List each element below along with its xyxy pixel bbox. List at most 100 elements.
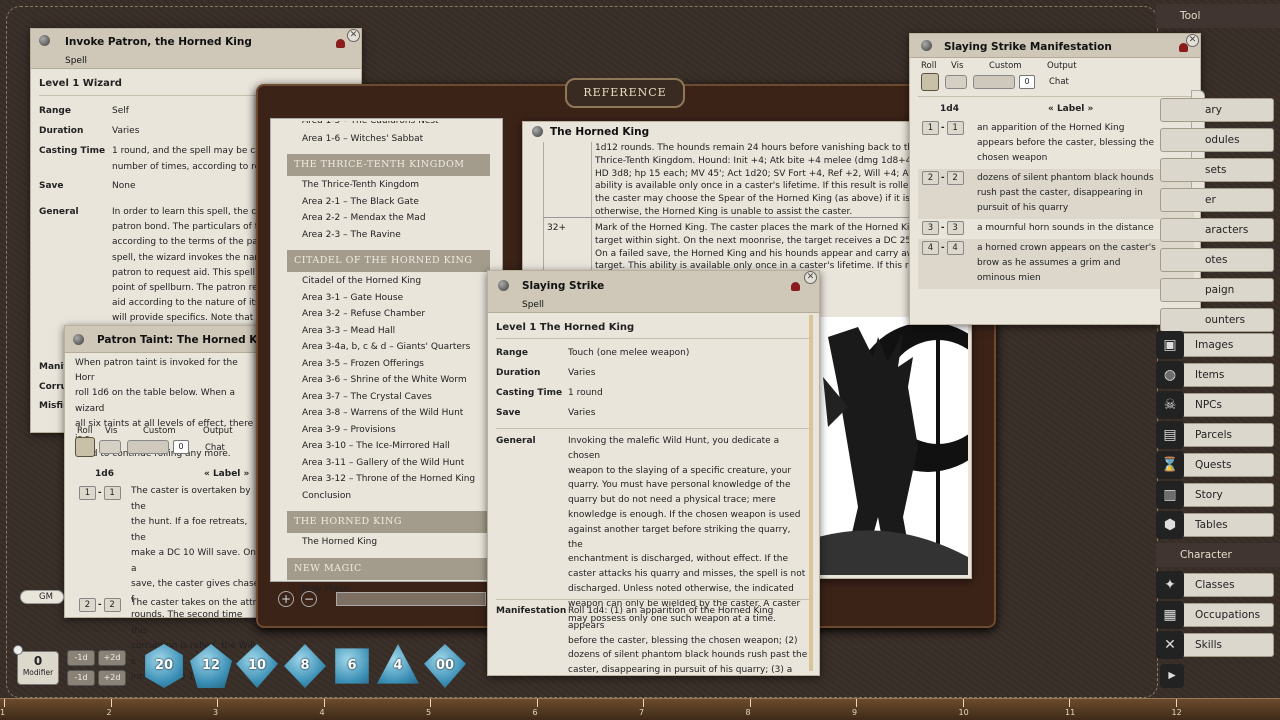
toc-section-header[interactable]: NEW MAGIC bbox=[287, 557, 490, 580]
d6-die-icon[interactable]: 6 bbox=[335, 648, 369, 684]
toc-item[interactable]: Area 3-8 – Warrens of the Wild Hunt bbox=[302, 408, 463, 418]
toc-item[interactable]: Area 3-4a, b, c & d – Giants' Quarters bbox=[302, 342, 470, 352]
classes-icon: ✦ bbox=[1156, 571, 1184, 599]
sidebar-item-skills[interactable]: ✕ Skills bbox=[1156, 631, 1274, 659]
sidebar-item-partial[interactable]: otes bbox=[1160, 248, 1274, 272]
toc-section-header[interactable]: THE THRICE-TENTH KINGDOM bbox=[287, 154, 490, 176]
sidebar-item-partial[interactable]: paign bbox=[1160, 278, 1274, 302]
sidebar-item-classes[interactable]: ✦ Classes bbox=[1156, 571, 1274, 599]
hotkey-bar[interactable]: 1 2 3 4 5 6 7 8 9 10 11 12 bbox=[0, 698, 1280, 720]
character-header[interactable]: Character bbox=[1156, 543, 1280, 567]
output-value[interactable]: Chat bbox=[205, 443, 225, 453]
visibility-eye-icon[interactable] bbox=[945, 75, 967, 89]
hotkey-number[interactable]: 10 bbox=[959, 708, 969, 717]
toc-item[interactable]: Area 1-6 – Witches' Sabbat bbox=[302, 134, 423, 144]
toc-item[interactable]: Area 1-5 – The Cauldrons Nest bbox=[302, 121, 439, 126]
modifier-step-button[interactable]: -1d bbox=[67, 650, 95, 666]
custom-dice-field[interactable] bbox=[973, 75, 1015, 89]
zoom-out-icon[interactable]: − bbox=[301, 591, 317, 607]
toc-item[interactable]: The Horned King bbox=[302, 537, 377, 547]
hotkey-number[interactable]: 1 bbox=[0, 708, 5, 717]
hotkey-number[interactable]: 9 bbox=[852, 708, 857, 717]
sidebar-item-partial[interactable]: er bbox=[1160, 188, 1274, 212]
custom-dice-field[interactable] bbox=[127, 440, 169, 454]
hotkey-number[interactable]: 8 bbox=[746, 708, 751, 717]
sidebar-item-partial[interactable]: aracters bbox=[1160, 218, 1274, 242]
toc-item[interactable]: Area 3-1 – Gate House bbox=[302, 293, 403, 303]
reference-toc[interactable]: Area 1-5 – The Cauldrons Nest Area 1-6 – … bbox=[270, 118, 503, 594]
patron-taint-window[interactable]: Patron Taint: The Horned King When patro… bbox=[64, 325, 276, 682]
toc-item[interactable]: Area 2-3 – The Ravine bbox=[302, 230, 401, 240]
sidebar-item-occupations[interactable]: ▦ Occupations bbox=[1156, 601, 1274, 629]
close-icon[interactable]: ✕ bbox=[804, 271, 817, 284]
count-field[interactable]: 0 bbox=[1019, 75, 1035, 89]
sidebar-item-story[interactable]: ▥ Story bbox=[1156, 481, 1274, 509]
window-title: Slaying Strike bbox=[522, 280, 605, 292]
toc-item[interactable]: Area 3-9 – Provisions bbox=[302, 425, 396, 435]
toc-item[interactable]: The Thrice-Tenth Kingdom bbox=[302, 180, 419, 190]
toc-section-header[interactable]: THE HORNED KING bbox=[287, 511, 490, 533]
sidebar-item-quests[interactable]: ⌛ Quests bbox=[1156, 451, 1274, 479]
tool-header[interactable]: Tool bbox=[1156, 4, 1280, 28]
hotkey-number[interactable]: 4 bbox=[320, 708, 325, 717]
manifestation-table-window[interactable]: Slaying Strike Manifestation ✕ Roll Vis … bbox=[909, 33, 1201, 325]
modifier-box[interactable]: 0 Modifier bbox=[17, 651, 59, 685]
close-icon[interactable]: ✕ bbox=[1186, 34, 1199, 47]
toc-item[interactable]: Area 3-7 – The Crystal Caves bbox=[302, 392, 432, 402]
scrollbar[interactable] bbox=[809, 315, 813, 671]
chat-identity[interactable]: GM bbox=[20, 590, 64, 604]
toc-item[interactable]: Area 3-6 – Shrine of the White Worm bbox=[302, 375, 467, 385]
toc-item[interactable]: Area 3-10 – The Ice-Mirrored Hall bbox=[302, 441, 450, 451]
sidebar-item-partial[interactable]: ary bbox=[1160, 98, 1274, 122]
page-tick bbox=[962, 699, 964, 707]
toc-item[interactable]: Area 2-1 – The Black Gate bbox=[302, 197, 419, 207]
zoom-in-icon[interactable]: + bbox=[278, 591, 294, 607]
hotkey-number[interactable]: 11 bbox=[1065, 708, 1075, 717]
close-icon[interactable]: ✕ bbox=[347, 29, 360, 42]
range-cells: 1-1 bbox=[79, 486, 121, 500]
record-type: Spell bbox=[65, 56, 87, 66]
hotkey-number[interactable]: 2 bbox=[107, 708, 112, 717]
toc-item[interactable]: Citadel of the Horned King bbox=[302, 276, 421, 286]
hotkey-number[interactable]: 5 bbox=[426, 708, 431, 717]
roll-button[interactable] bbox=[921, 73, 939, 91]
field-value: Self bbox=[112, 106, 129, 116]
lock-icon[interactable] bbox=[791, 282, 800, 291]
lock-icon[interactable] bbox=[336, 39, 345, 48]
sidebar-item-npcs[interactable]: ☠ NPCs bbox=[1156, 391, 1274, 419]
sidebar-item-partial[interactable]: ounters bbox=[1160, 308, 1274, 332]
output-value[interactable]: Chat bbox=[1049, 77, 1069, 87]
modifier-step-button[interactable]: +2d bbox=[98, 650, 126, 666]
sidebar-item-label: NPCs bbox=[1195, 399, 1222, 411]
toc-item[interactable]: Area 3-12 – Throne of the Horned King bbox=[302, 474, 475, 484]
hotkey-number[interactable]: 3 bbox=[213, 708, 218, 717]
modifier-gear-icon[interactable] bbox=[13, 645, 23, 655]
field-value: None bbox=[112, 181, 136, 191]
roll-button[interactable] bbox=[75, 437, 95, 457]
modifier-step-button[interactable]: -1d bbox=[67, 670, 95, 686]
visibility-eye-icon[interactable] bbox=[99, 440, 121, 454]
hotkey-number[interactable]: 7 bbox=[639, 708, 644, 717]
search-field[interactable] bbox=[336, 592, 486, 606]
toc-item[interactable]: Area 3-2 – Refuse Chamber bbox=[302, 309, 425, 319]
slaying-strike-window[interactable]: Slaying Strike Spell ✕ Level 1 The Horne… bbox=[487, 270, 820, 676]
count-field[interactable]: 0 bbox=[173, 440, 189, 454]
toc-item[interactable]: Area 3-11 – Gallery of the Wild Hunt bbox=[302, 458, 464, 468]
play-arrow-icon[interactable]: ▶ bbox=[1160, 664, 1184, 688]
row-line: the hunt. If a foe retreats, the bbox=[131, 517, 248, 543]
toc-section-header[interactable]: CITADEL OF THE HORNED KING bbox=[287, 250, 490, 272]
toc-item[interactable]: Area 3-5 – Frozen Offerings bbox=[302, 359, 424, 369]
sidebar-item-parcels[interactable]: ▤ Parcels bbox=[1156, 421, 1274, 449]
hotkey-number[interactable]: 12 bbox=[1172, 708, 1182, 717]
sidebar-item-images[interactable]: ▣ Images bbox=[1156, 331, 1274, 359]
sidebar-item-tables[interactable]: ⬢ Tables bbox=[1156, 511, 1274, 539]
range-cells: 1-1 bbox=[922, 121, 964, 135]
sidebar-item-partial[interactable]: sets bbox=[1160, 158, 1274, 182]
toc-item[interactable]: Area 3-3 – Mead Hall bbox=[302, 326, 395, 336]
sidebar-item-items[interactable]: ◍ Items bbox=[1156, 361, 1274, 389]
toc-item[interactable]: Conclusion bbox=[302, 491, 351, 501]
sidebar-item-partial[interactable]: odules bbox=[1160, 128, 1274, 152]
modifier-step-button[interactable]: +2d bbox=[98, 670, 126, 686]
toc-item[interactable]: Area 2-2 – Mendax the Mad bbox=[302, 213, 426, 223]
hotkey-number[interactable]: 6 bbox=[533, 708, 538, 717]
